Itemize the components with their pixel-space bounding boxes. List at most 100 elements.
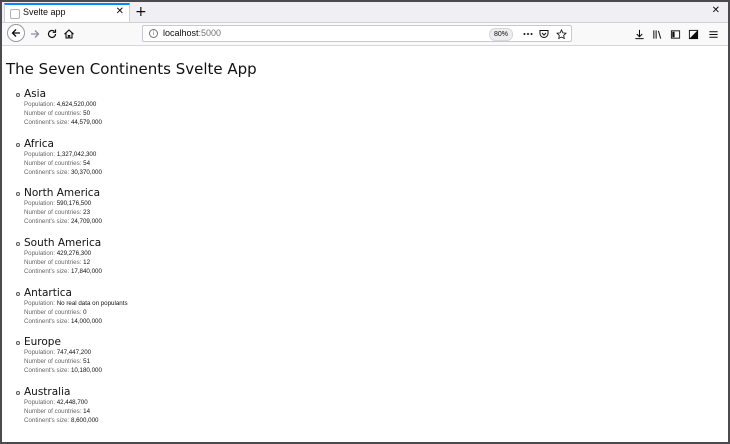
countries-label: Number of countries: bbox=[24, 159, 82, 167]
pocket-icon[interactable] bbox=[537, 27, 551, 41]
favicon-icon bbox=[10, 9, 20, 19]
browser-window: Svelte app ✕ + ✕ i localhost:5000 80% Th… bbox=[2, 2, 728, 442]
population-label: Population: bbox=[24, 399, 55, 407]
continent-item: Asia Population: 4,624,520,000 Number of… bbox=[12, 88, 128, 138]
countries-label: Number of countries: bbox=[24, 358, 82, 366]
url-port: :5000 bbox=[198, 28, 222, 38]
size-label: Continent's size: bbox=[24, 317, 70, 325]
size-stat: Continent's size: 24,709,000 bbox=[24, 217, 128, 226]
population-value: 590,176,500 bbox=[56, 200, 92, 208]
forward-icon bbox=[31, 30, 40, 38]
sidebar-icon bbox=[670, 29, 680, 39]
population-stat: Population: 590,176,500 bbox=[24, 199, 128, 208]
size-stat: Continent's size: 10,180,000 bbox=[24, 366, 128, 375]
list-bullet-icon bbox=[16, 242, 20, 247]
continent-name: Africa bbox=[24, 137, 54, 150]
size-value: 30,370,000 bbox=[70, 168, 102, 176]
screenshot-icon bbox=[688, 29, 698, 39]
countries-value: 23 bbox=[83, 209, 91, 217]
list-bullet-icon bbox=[16, 93, 20, 97]
population-stat: Population: No real data on populants bbox=[24, 299, 128, 308]
screenshot-button[interactable] bbox=[684, 25, 702, 43]
menu-button[interactable] bbox=[704, 25, 722, 43]
continent-item: Antartica Population: No real data on po… bbox=[12, 287, 128, 337]
home-button[interactable] bbox=[60, 25, 78, 43]
library-button[interactable] bbox=[648, 25, 666, 43]
library-icon bbox=[652, 29, 661, 39]
list-bullet-icon bbox=[16, 142, 20, 147]
countries-stat: Number of countries: 51 bbox=[24, 357, 128, 366]
size-stat: Continent's size: 30,370,000 bbox=[24, 168, 128, 177]
size-value: 14,000,000 bbox=[70, 317, 102, 325]
size-value: 44,579,000 bbox=[70, 119, 102, 126]
page-actions-icon[interactable] bbox=[521, 27, 535, 41]
size-label: Continent's size: bbox=[24, 367, 70, 375]
population-stat: Population: 4,624,520,000 bbox=[24, 100, 128, 109]
download-icon bbox=[634, 29, 644, 39]
size-label: Continent's size: bbox=[24, 218, 70, 226]
forward-button[interactable] bbox=[26, 25, 44, 43]
size-stat: Continent's size: 17,840,000 bbox=[24, 267, 128, 276]
continent-item: Australia Population: 42,448,700 Number … bbox=[12, 386, 128, 436]
continent-list: Asia Population: 4,624,520,000 Number of… bbox=[12, 88, 128, 436]
countries-label: Number of countries: bbox=[24, 110, 82, 117]
back-icon bbox=[11, 29, 20, 37]
countries-value: 54 bbox=[83, 159, 91, 167]
list-bullet-icon bbox=[16, 192, 20, 197]
list-bullet-icon bbox=[16, 291, 20, 296]
continent-item: Europe Population: 747,447,200 Number of… bbox=[12, 336, 128, 386]
countries-stat: Number of countries: 0 bbox=[24, 308, 128, 317]
continent-name: North America bbox=[24, 187, 101, 200]
downloads-button[interactable] bbox=[630, 25, 648, 43]
continent-name: Antartica bbox=[24, 286, 72, 299]
tab-close-icon[interactable]: ✕ bbox=[116, 6, 124, 17]
population-stat: Population: 747,447,200 bbox=[24, 348, 128, 357]
reload-button[interactable] bbox=[43, 25, 61, 43]
info-icon[interactable]: i bbox=[149, 29, 158, 38]
population-value: 1,327,042,300 bbox=[56, 150, 97, 158]
continent-item: North America Population: 590,176,500 Nu… bbox=[12, 187, 128, 237]
countries-value: 51 bbox=[83, 358, 91, 366]
menu-icon bbox=[708, 30, 718, 38]
countries-stat: Number of countries: 14 bbox=[24, 407, 128, 416]
population-label: Population: bbox=[24, 101, 55, 108]
continent-name: Asia bbox=[24, 88, 47, 100]
size-label: Continent's size: bbox=[24, 268, 70, 276]
continent-name: Australia bbox=[24, 386, 71, 399]
size-stat: Continent's size: 44,579,000 bbox=[24, 118, 128, 127]
size-label: Continent's size: bbox=[24, 168, 70, 176]
size-label: Continent's size: bbox=[24, 417, 70, 425]
window-close-icon[interactable]: ✕ bbox=[712, 5, 720, 16]
zoom-badge[interactable]: 80% bbox=[489, 28, 513, 41]
sidebar-button[interactable] bbox=[666, 25, 684, 43]
bookmark-star-icon[interactable] bbox=[554, 27, 568, 41]
size-stat: Continent's size: 14,000,000 bbox=[24, 317, 128, 326]
size-label: Continent's size: bbox=[24, 119, 70, 126]
new-tab-icon[interactable]: + bbox=[135, 3, 147, 21]
back-button[interactable] bbox=[7, 24, 25, 42]
size-value: 10,180,000 bbox=[70, 367, 102, 375]
continent-item: Africa Population: 1,327,042,300 Number … bbox=[12, 138, 128, 188]
list-bullet-icon bbox=[16, 391, 20, 396]
home-icon bbox=[64, 29, 74, 39]
url-host: localhost bbox=[163, 28, 199, 38]
countries-label: Number of countries: bbox=[24, 259, 82, 267]
size-value: 8,600,000 bbox=[70, 417, 99, 425]
countries-value: 14 bbox=[83, 408, 91, 416]
countries-value: 12 bbox=[83, 259, 91, 267]
population-value: 4,624,520,000 bbox=[56, 101, 97, 108]
url-bar[interactable]: i localhost:5000 80% bbox=[142, 25, 572, 42]
list-bullet-icon bbox=[16, 341, 20, 346]
tab-svelte-app[interactable]: Svelte app ✕ bbox=[4, 3, 130, 22]
size-value: 24,709,000 bbox=[70, 218, 102, 226]
continent-name: South America bbox=[24, 237, 102, 250]
page-title: The Seven Continents Svelte App bbox=[6, 60, 257, 78]
continent-item: South America Population: 429,276,300 Nu… bbox=[12, 237, 128, 287]
population-label: Population: bbox=[24, 250, 55, 258]
countries-value: 50 bbox=[83, 110, 91, 117]
countries-stat: Number of countries: 50 bbox=[24, 109, 128, 118]
url-text[interactable]: localhost:5000 bbox=[163, 28, 221, 38]
population-value: 429,276,300 bbox=[56, 250, 92, 258]
population-label: Population: bbox=[24, 349, 55, 357]
tab-title: Svelte app bbox=[23, 7, 66, 17]
